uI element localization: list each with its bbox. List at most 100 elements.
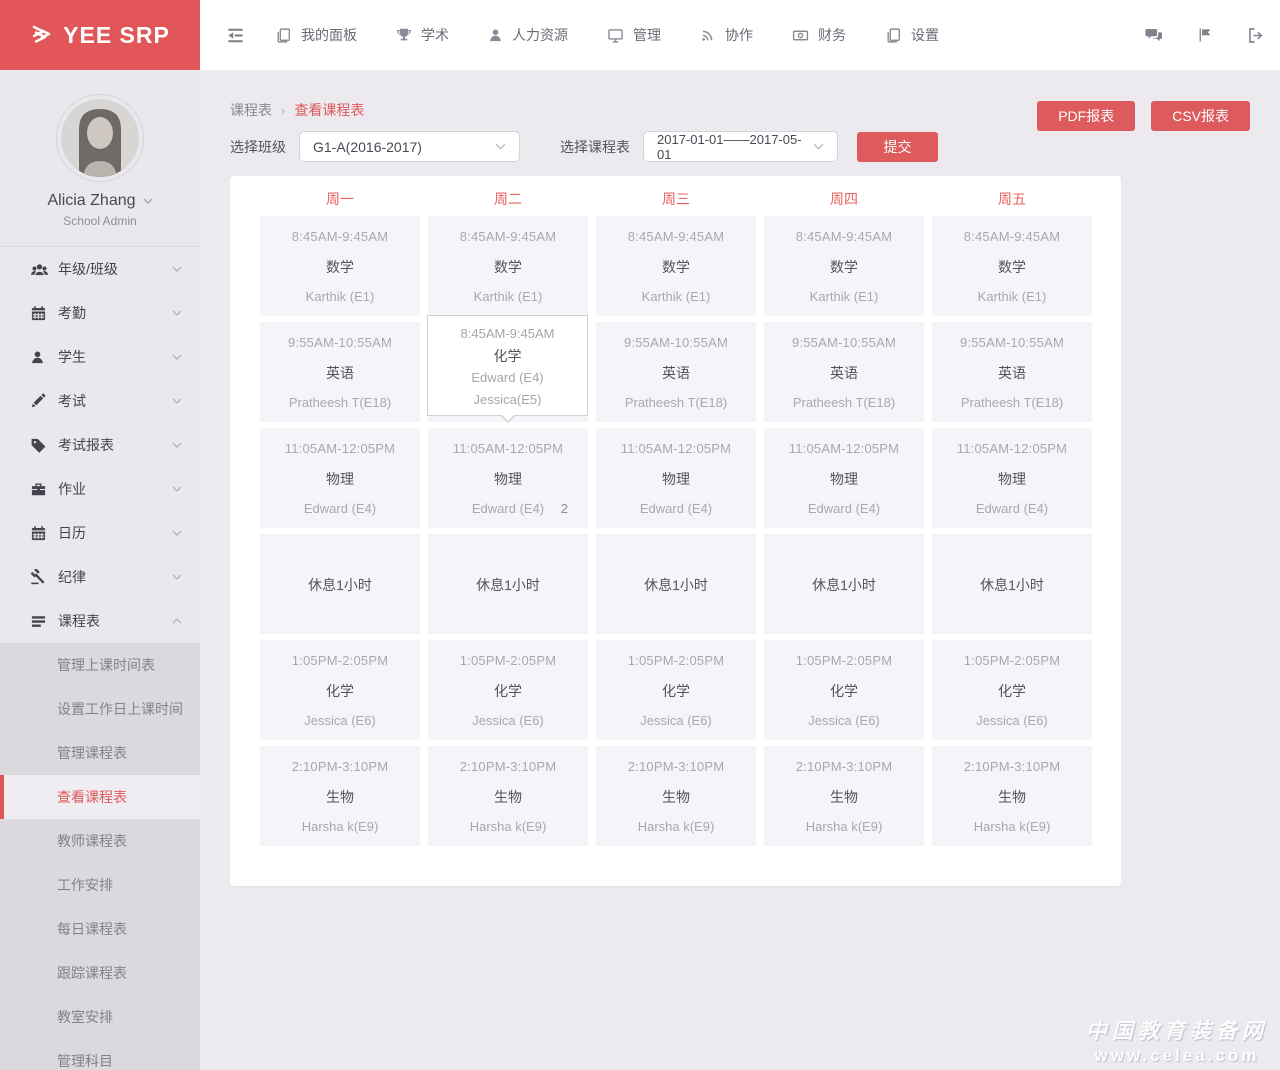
class-cell[interactable]: 9:55AM-10:55AM 英语 Pratheesh T(E18) xyxy=(260,322,420,422)
class-cell[interactable]: 11:05AM-12:05PM 物理 Edward (E4) 2 xyxy=(428,428,588,528)
class-subject: 物理 xyxy=(326,470,354,487)
popup-teacher: Edward (E4) xyxy=(471,370,544,385)
class-cell[interactable]: 2:10PM-3:10PM 生物 Harsha k(E9) xyxy=(260,746,420,846)
submenu-item-1[interactable]: 管理上课时间表 xyxy=(0,643,200,687)
class-cell[interactable]: 1:05PM-2:05PM 化学 Jessica (E6) xyxy=(932,640,1092,740)
class-cell[interactable]: 2:10PM-3:10PM 生物 Harsha k(E9) xyxy=(764,746,924,846)
class-cell[interactable]: 8:45AM-9:45AM 数学 Karthik (E1) xyxy=(260,216,420,316)
class-time: 11:05AM-12:05PM xyxy=(620,441,732,456)
class-cell[interactable]: 2:10PM-3:10PM 生物 Harsha k(E9) xyxy=(428,746,588,846)
copy-pages-icon xyxy=(885,27,902,44)
submenu-item-8[interactable]: 跟踪课程表 xyxy=(0,951,200,995)
nav-item-label: 财务 xyxy=(818,27,846,43)
break-cell[interactable]: 休息1小时 xyxy=(932,534,1092,634)
sidebar-item-5[interactable]: 考试报表 xyxy=(0,423,200,467)
class-cell[interactable]: 8:45AM-9:45AM 数学 Karthik (E1) xyxy=(764,216,924,316)
sidebar-item-2[interactable]: 考勤 xyxy=(0,291,200,335)
class-cell[interactable]: 11:05AM-12:05PM 物理 Edward (E4) xyxy=(596,428,756,528)
nav-item-3[interactable]: 人力资源 xyxy=(488,25,568,45)
nav-item-label: 学术 xyxy=(421,27,449,43)
class-select[interactable]: G1-A(2016-2017) xyxy=(299,131,520,162)
sidebar-item-label: 年级/班级 xyxy=(58,261,118,277)
submenu-item-4[interactable]: 查看课程表 xyxy=(0,775,200,819)
sidebar: Alicia Zhang School Admin 年级/班级考勤 学生 考试 考试报… xyxy=(0,70,200,1070)
chat-icon[interactable] xyxy=(1145,26,1163,44)
user-menu[interactable]: Alicia Zhang xyxy=(0,192,200,210)
extra-class-count-badge[interactable]: 2 xyxy=(561,501,568,516)
sidebar-item-8[interactable]: 纪律 xyxy=(0,555,200,599)
sidebar-menu: 年级/班级考勤 学生 考试 考试报表作业日历 纪律课程表管理上课时间表 设置工作日上课时间… xyxy=(0,247,200,1070)
class-subject: 物理 xyxy=(494,470,522,487)
pdf-report-button[interactable]: PDF报表 xyxy=(1037,101,1136,131)
class-cell[interactable]: 1:05PM-2:05PM 化学 Jessica (E6) xyxy=(260,640,420,740)
class-cell[interactable]: 2:10PM-3:10PM 生物 Harsha k(E9) xyxy=(596,746,756,846)
class-cell[interactable]: 8:45AM-9:45AM 数学 Karthik (E1) xyxy=(428,216,588,316)
class-teacher: Edward (E4) xyxy=(975,501,1049,516)
class-select-value: G1-A(2016-2017) xyxy=(313,138,422,155)
sidebar-item-label: 课程表 xyxy=(58,613,100,629)
submenu-item-7[interactable]: 每日课程表 xyxy=(0,907,200,951)
break-cell[interactable]: 休息1小时 xyxy=(428,534,588,634)
nav-item-2[interactable]: 学术 xyxy=(396,25,449,45)
submit-button[interactable]: 提交 xyxy=(857,131,938,162)
sidebar-item-4[interactable]: 考试 xyxy=(0,379,200,423)
nav-item-4[interactable]: 管理 xyxy=(607,25,661,45)
submenu-item-6[interactable]: 工作安排 xyxy=(0,863,200,907)
timetable-select[interactable]: 2017-01-01——2017-05-01 xyxy=(643,131,838,162)
nav-item-6[interactable]: 财务 xyxy=(792,25,846,45)
class-time: 11:05AM-12:05PM xyxy=(452,441,564,456)
class-teacher: Jessica (E6) xyxy=(640,713,712,728)
sidebar-item-6[interactable]: 作业 xyxy=(0,467,200,511)
class-cell[interactable]: 1:05PM-2:05PM 化学 Jessica (E6) xyxy=(596,640,756,740)
class-cell[interactable]: 8:45AM-9:45AM 数学 Karthik (E1) xyxy=(596,216,756,316)
user-profile: Alicia Zhang School Admin xyxy=(0,70,200,247)
submenu-item-3[interactable]: 管理课程表 xyxy=(0,731,200,775)
class-detail-popup: 8:45AM-9:45AM 化学 Edward (E4) Jessica(E5) xyxy=(427,315,588,423)
class-subject: 英语 xyxy=(830,364,858,381)
class-teacher: Edward (E4) xyxy=(303,501,377,516)
submenu-item-5[interactable]: 教师课程表 xyxy=(0,819,200,863)
class-time: 9:55AM-10:55AM xyxy=(960,335,1064,350)
submenu-item-2[interactable]: 设置工作日上课时间 xyxy=(0,687,200,731)
class-teacher: Harsha k(E9) xyxy=(469,819,547,834)
sidebar-toggle-icon[interactable] xyxy=(226,26,245,45)
class-time: 11:05AM-12:05PM xyxy=(788,441,900,456)
class-cell[interactable]: 1:05PM-2:05PM 化学 Jessica (E6) xyxy=(428,640,588,740)
class-subject: 生物 xyxy=(998,788,1026,805)
class-cell[interactable]: 2:10PM-3:10PM 生物 Harsha k(E9) xyxy=(932,746,1092,846)
class-cell[interactable]: 11:05AM-12:05PM 物理 Edward (E4) xyxy=(764,428,924,528)
class-cell[interactable]: 9:55AM-10:55AM 英语 Pratheesh T(E18) xyxy=(596,322,756,422)
sidebar-item-label: 作业 xyxy=(58,481,86,497)
breadcrumb-parent[interactable]: 课程表 xyxy=(230,100,272,120)
sidebar-item-9[interactable]: 课程表 xyxy=(0,599,200,643)
class-teacher: Pratheesh T(E18) xyxy=(960,395,1064,410)
class-cell[interactable]: 11:05AM-12:05PM 物理 Edward (E4) xyxy=(932,428,1092,528)
class-cell[interactable]: 9:55AM-10:55AM 英语 Pratheesh T(E18) xyxy=(764,322,924,422)
submenu-item-9[interactable]: 教室安排 xyxy=(0,995,200,1039)
flag-icon[interactable] xyxy=(1197,27,1213,43)
class-cell[interactable]: 1:05PM-2:05PM 化学 Jessica (E6) xyxy=(764,640,924,740)
chevron-down-icon xyxy=(172,310,182,316)
break-cell[interactable]: 休息1小时 xyxy=(260,534,420,634)
class-teacher: Jessica (E6) xyxy=(304,713,376,728)
class-subject: 生物 xyxy=(830,788,858,805)
app-logo[interactable]: YEE SRP xyxy=(0,0,200,70)
break-cell[interactable]: 休息1小时 xyxy=(764,534,924,634)
class-teacher: Edward (E4) xyxy=(471,501,545,516)
nav-item-5[interactable]: 协作 xyxy=(700,25,753,45)
class-subject: 英语 xyxy=(326,364,354,381)
submenu-item-10[interactable]: 管理科目 xyxy=(0,1039,200,1070)
class-cell[interactable]: 8:45AM-9:45AM 数学 Karthik (E1) xyxy=(932,216,1092,316)
csv-report-button[interactable]: CSV报表 xyxy=(1151,101,1250,131)
sidebar-item-3[interactable]: 学生 xyxy=(0,335,200,379)
sidebar-item-1[interactable]: 年级/班级 xyxy=(0,247,200,291)
nav-item-7[interactable]: 设置 xyxy=(885,25,939,45)
nav-item-label: 设置 xyxy=(911,27,939,43)
break-cell[interactable]: 休息1小时 xyxy=(596,534,756,634)
class-cell[interactable]: 11:05AM-12:05PM 物理 Edward (E4) xyxy=(260,428,420,528)
class-cell[interactable]: 9:55AM-10:55AM 英语 Pratheesh T(E18) xyxy=(932,322,1092,422)
chevron-down-icon xyxy=(172,442,182,448)
sidebar-item-7[interactable]: 日历 xyxy=(0,511,200,555)
nav-item-1[interactable]: 我的面板 xyxy=(275,25,357,45)
logout-icon[interactable] xyxy=(1247,27,1264,44)
